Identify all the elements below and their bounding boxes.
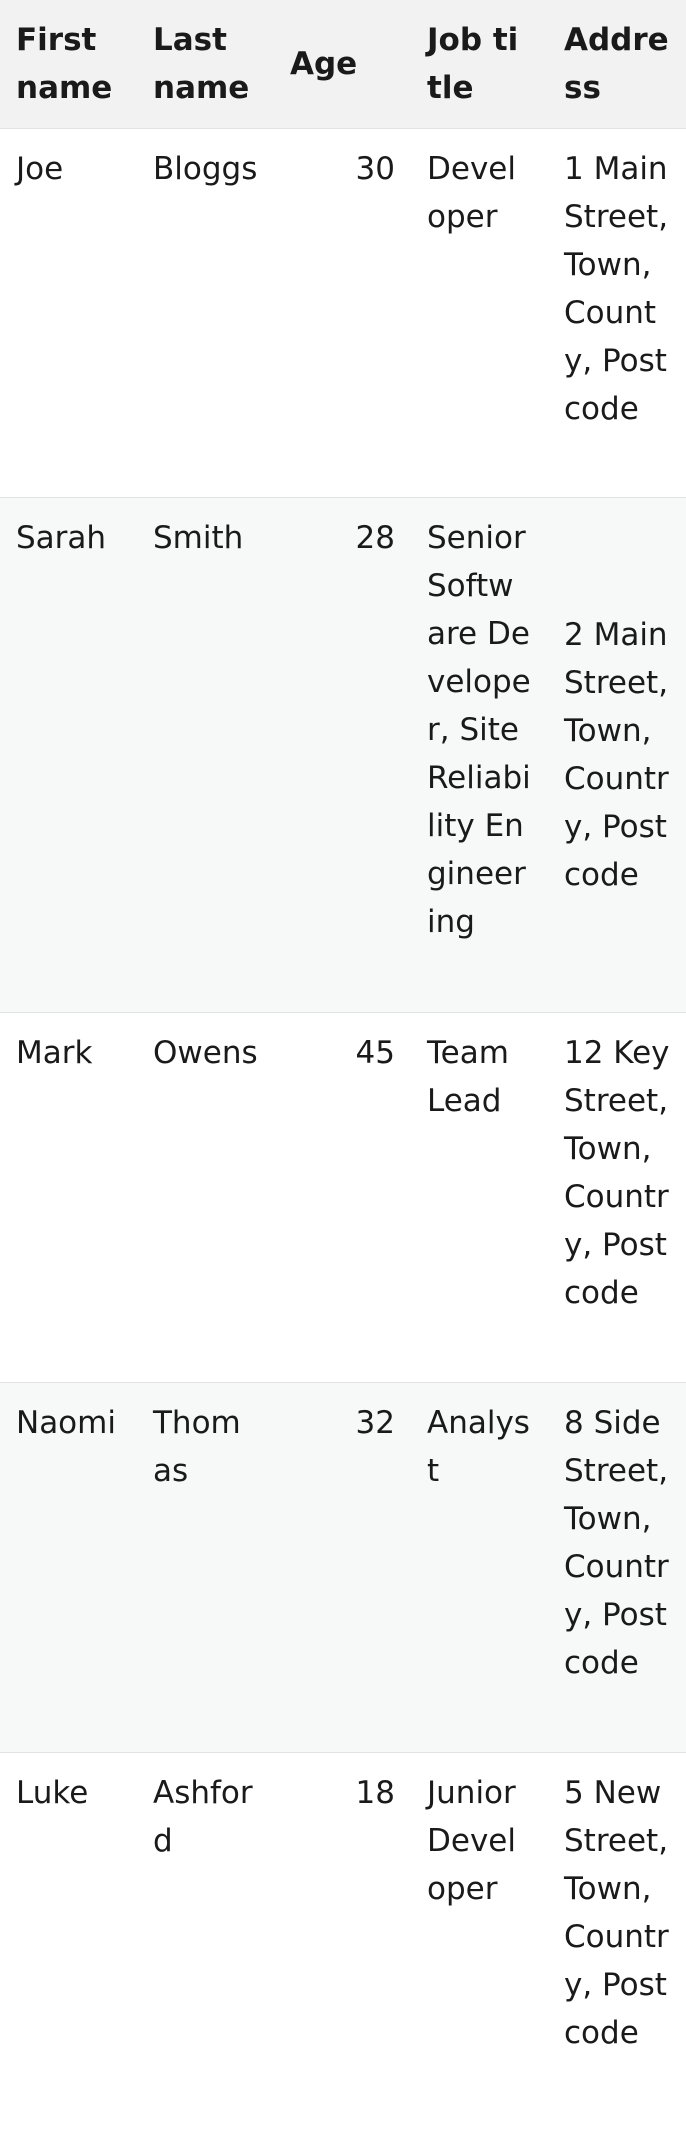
header-last-name: Last name [153, 22, 250, 106]
cell-job-title: Team Lead [411, 1012, 548, 1383]
cell-age: 18 [274, 1752, 411, 2153]
table-row: Joe Bloggs 30 Developer 1 Main Street, T… [0, 128, 686, 498]
table-row: Naomi Thomas 32 Analyst 8 Side Street, T… [0, 1382, 686, 1753]
cell-address: 1 Main Street, Town, County, Postcode [548, 128, 686, 498]
cell-job-title: Junior Developer [411, 1752, 548, 2153]
table-row: Luke Ashford 18 Junior Developer 5 New S… [0, 1752, 686, 2153]
cell-address: 2 Main Street, Town, Country, Postcode [548, 497, 686, 1013]
table-row: Sarah Smith 28 Senior Software Developer… [0, 497, 686, 1013]
header-first-name: First name [16, 22, 113, 106]
table-row: Mark Owens 45 Team Lead 12 Key Street, T… [0, 1012, 686, 1383]
cell-last-name: Bloggs [137, 128, 274, 498]
cell-first-name: Luke [0, 1752, 137, 2153]
cell-last-name: Owens [137, 1012, 274, 1383]
cell-first-name: Joe [0, 128, 137, 498]
cell-job-title: Developer [411, 128, 548, 498]
cell-first-name: Sarah [0, 497, 137, 1013]
header-age: Age [290, 46, 358, 82]
cell-age: 28 [274, 497, 411, 1013]
cell-job-title: Senior Software Developer, Site Reliabil… [411, 497, 548, 1013]
cell-address: 8 Side Street, Town, Country, Postcode [548, 1382, 686, 1753]
cell-last-name: Thomas [137, 1382, 274, 1753]
cell-age: 30 [274, 128, 411, 498]
cell-job-title: Analyst [411, 1382, 548, 1753]
cell-last-name: Ashford [137, 1752, 274, 2153]
cell-address: 12 Key Street, Town, Country, Postcode [548, 1012, 686, 1383]
cell-last-name: Smith [137, 497, 274, 1013]
header-job-title: Job title [427, 22, 519, 106]
cell-age: 45 [274, 1012, 411, 1383]
header-row: First name Last name Age Job title Addre… [0, 0, 686, 129]
table-body: Joe Bloggs 30 Developer 1 Main Street, T… [0, 128, 686, 2153]
people-table: First name Last name Age Job title Addre… [0, 0, 686, 2153]
cell-age: 32 [274, 1382, 411, 1753]
table-header: First name Last name Age Job title Addre… [0, 0, 686, 129]
cell-first-name: Mark [0, 1012, 137, 1383]
header-address: Address [564, 22, 669, 106]
cell-address: 5 New Street, Town, Country, Postcode [548, 1752, 686, 2153]
cell-first-name: Naomi [0, 1382, 137, 1753]
